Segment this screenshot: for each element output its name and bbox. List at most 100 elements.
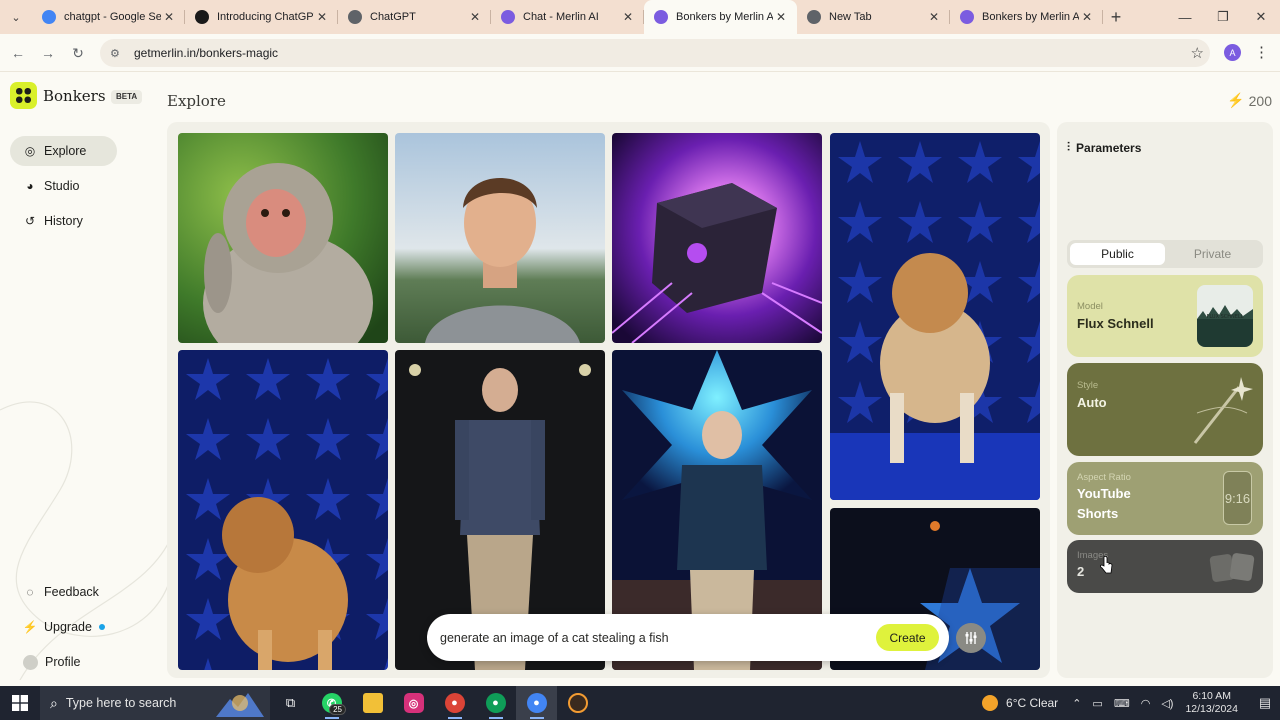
sidebar-item-studio[interactable]: ◕ Studio	[10, 171, 117, 201]
settings-sliders-icon[interactable]	[956, 623, 986, 653]
merlin-icon	[654, 10, 668, 24]
chrome-profile-2-icon[interactable]: ●	[475, 686, 516, 720]
browser-tab-label: Bonkers by Merlin AI	[982, 11, 1079, 23]
public-option[interactable]: Public	[1070, 243, 1165, 265]
restore-icon[interactable]: ❐	[1204, 0, 1242, 34]
system-tray: 6°C Clear ⌃ ▭ ⌨ ◠ ◁) 6:10 AM 12/13/2024 …	[982, 686, 1280, 720]
sidebar-item-profile[interactable]: Profile	[10, 647, 117, 677]
sliders-icon: ⫶	[1067, 140, 1071, 154]
chrome-active-icon[interactable]: ●	[516, 686, 557, 720]
reload-icon[interactable]: ↻	[68, 43, 88, 63]
forward-icon[interactable]: →	[38, 43, 58, 63]
prompt-input[interactable]: generate an image of a cat stealing a fi…	[427, 614, 949, 661]
close-window-icon[interactable]: ✕	[1242, 0, 1280, 34]
windows-taskbar: ⌕ Type here to search ⧉ ✆ 25 ◎ ● ● ● 6°C…	[0, 686, 1280, 720]
google-icon	[42, 10, 56, 24]
minimize-icon[interactable]: —	[1166, 0, 1204, 34]
recorder-icon[interactable]	[557, 686, 598, 720]
sidebar-item-upgrade[interactable]: ⚡ Upgrade	[10, 612, 117, 642]
back-icon[interactable]: ←	[8, 43, 28, 63]
browser-tab[interactable]: Bonkers by Merlin AI ✕	[950, 0, 1103, 34]
prompt-text[interactable]: generate an image of a cat stealing a fi…	[440, 631, 949, 645]
tab-search-icon[interactable]: ⌄	[6, 7, 26, 27]
sidebar-item-label: Upgrade	[44, 620, 92, 634]
aspect-ratio-label: Aspect Ratio	[1077, 472, 1131, 483]
windows-start-icon[interactable]	[0, 686, 40, 720]
sidebar-item-feedback[interactable]: ◌ Feedback	[10, 577, 117, 607]
history-icon: ↺	[24, 214, 36, 228]
palette-icon: ◕	[26, 179, 34, 193]
tray-icons: ⌃ ▭ ⌨ ◠ ◁)	[1072, 697, 1173, 710]
credits-value: 200	[1248, 92, 1272, 109]
profile-avatar[interactable]: A	[1224, 44, 1241, 61]
browser-tab[interactable]: ChatGPT ✕	[338, 0, 491, 34]
site-info-icon[interactable]: ⚙	[110, 47, 126, 60]
more-menu-icon[interactable]: ⋮	[1254, 43, 1269, 61]
browser-tab[interactable]: chatgpt - Google Search✕	[32, 0, 185, 34]
taskbar-search[interactable]: ⌕ Type here to search	[40, 686, 270, 720]
browser-tab[interactable]: Bonkers by Merlin AI ✕	[644, 0, 797, 34]
feedback-icon: ◌	[26, 585, 34, 599]
browser-tab-label: chatgpt - Google Search	[64, 11, 161, 23]
browser-tab[interactable]: New Tab ✕	[797, 0, 950, 34]
visibility-toggle: Public Private	[1067, 240, 1263, 268]
close-tab-icon[interactable]: ✕	[620, 10, 636, 24]
parameters-heading: ⫶ Parameters	[1067, 140, 1141, 155]
gallery-image-dog[interactable]	[178, 350, 388, 670]
merlin-icon	[501, 10, 515, 24]
close-tab-icon[interactable]: ✕	[1079, 10, 1095, 24]
model-thumbnail: FLUX SCHNELL	[1197, 285, 1253, 347]
new-tab-icon[interactable]: +	[1103, 0, 1129, 34]
close-tab-icon[interactable]: ✕	[926, 10, 942, 24]
clock[interactable]: 6:10 AM 12/13/2024	[1185, 690, 1238, 716]
browser-tab-label: New Tab	[829, 11, 872, 23]
chrome-icon	[807, 10, 821, 24]
credits-counter: ⚡ 200	[1227, 92, 1272, 109]
language-icon[interactable]: ⌨	[1114, 697, 1130, 710]
window-controls: — ❐ ✕	[1166, 0, 1280, 34]
browser-tab[interactable]: Chat - Merlin AI ✕	[491, 0, 644, 34]
instagram-icon[interactable]: ◎	[393, 686, 434, 720]
aspect-ratio-preview: 9:16	[1223, 471, 1252, 525]
whatsapp-badge: 25	[329, 704, 346, 715]
images-count-card[interactable]: Images 2	[1067, 540, 1263, 593]
gallery-image-man[interactable]	[395, 133, 605, 343]
aspect-ratio-card[interactable]: Aspect Ratio YouTube Shorts 9:16	[1067, 462, 1263, 535]
gallery-image-dog-tall[interactable]	[830, 133, 1040, 500]
tab-list: chatgpt - Google Search✕Introducing Chat…	[32, 0, 1129, 34]
whatsapp-icon[interactable]: ✆ 25	[311, 686, 352, 720]
close-tab-icon[interactable]: ✕	[467, 10, 483, 24]
close-tab-icon[interactable]: ✕	[161, 10, 177, 24]
model-label: Model	[1077, 301, 1103, 312]
wifi-icon[interactable]: ◠	[1141, 697, 1151, 710]
close-tab-icon[interactable]: ✕	[773, 10, 789, 24]
browser-tab-label: Chat - Merlin AI	[523, 11, 599, 23]
address-bar[interactable]: ⚙ getmerlin.in/bonkers-magic ☆	[100, 39, 1210, 67]
image-stack-icon	[1209, 553, 1255, 582]
style-value: Auto	[1077, 395, 1107, 410]
openai-icon	[348, 10, 362, 24]
gallery-image-neon-cube[interactable]	[612, 133, 822, 343]
gallery-image-monkey[interactable]	[178, 133, 388, 343]
battery-icon[interactable]: ▭	[1092, 697, 1102, 710]
bonkers-logo-icon[interactable]	[10, 82, 37, 109]
chevron-up-icon[interactable]: ⌃	[1072, 697, 1081, 710]
create-button[interactable]: Create	[876, 624, 939, 651]
weather-widget[interactable]: 6°C Clear	[982, 695, 1058, 711]
task-view-icon[interactable]: ⧉	[270, 686, 311, 720]
notifications-icon[interactable]: ▤	[1250, 695, 1280, 711]
close-tab-icon[interactable]: ✕	[314, 10, 330, 24]
sidebar-item-explore[interactable]: ◎ Explore	[10, 136, 117, 166]
sidebar-item-history[interactable]: ↺ History	[10, 206, 117, 236]
model-thumb-text: FLUX SCHNELL	[1207, 314, 1244, 320]
file-explorer-icon[interactable]	[352, 686, 393, 720]
beta-badge: BETA	[111, 90, 143, 104]
bookmark-star-icon[interactable]: ☆	[1191, 44, 1204, 62]
search-icon: ⌕	[50, 694, 58, 711]
volume-icon[interactable]: ◁)	[1161, 697, 1173, 710]
chrome-profile-1-icon[interactable]: ●	[434, 686, 475, 720]
model-card[interactable]: Model Flux Schnell FLUX SCHNELL	[1067, 275, 1263, 357]
private-option[interactable]: Private	[1165, 243, 1260, 265]
style-card[interactable]: Style Auto	[1067, 363, 1263, 456]
browser-tab[interactable]: Introducing ChatGPT ✕	[185, 0, 338, 34]
